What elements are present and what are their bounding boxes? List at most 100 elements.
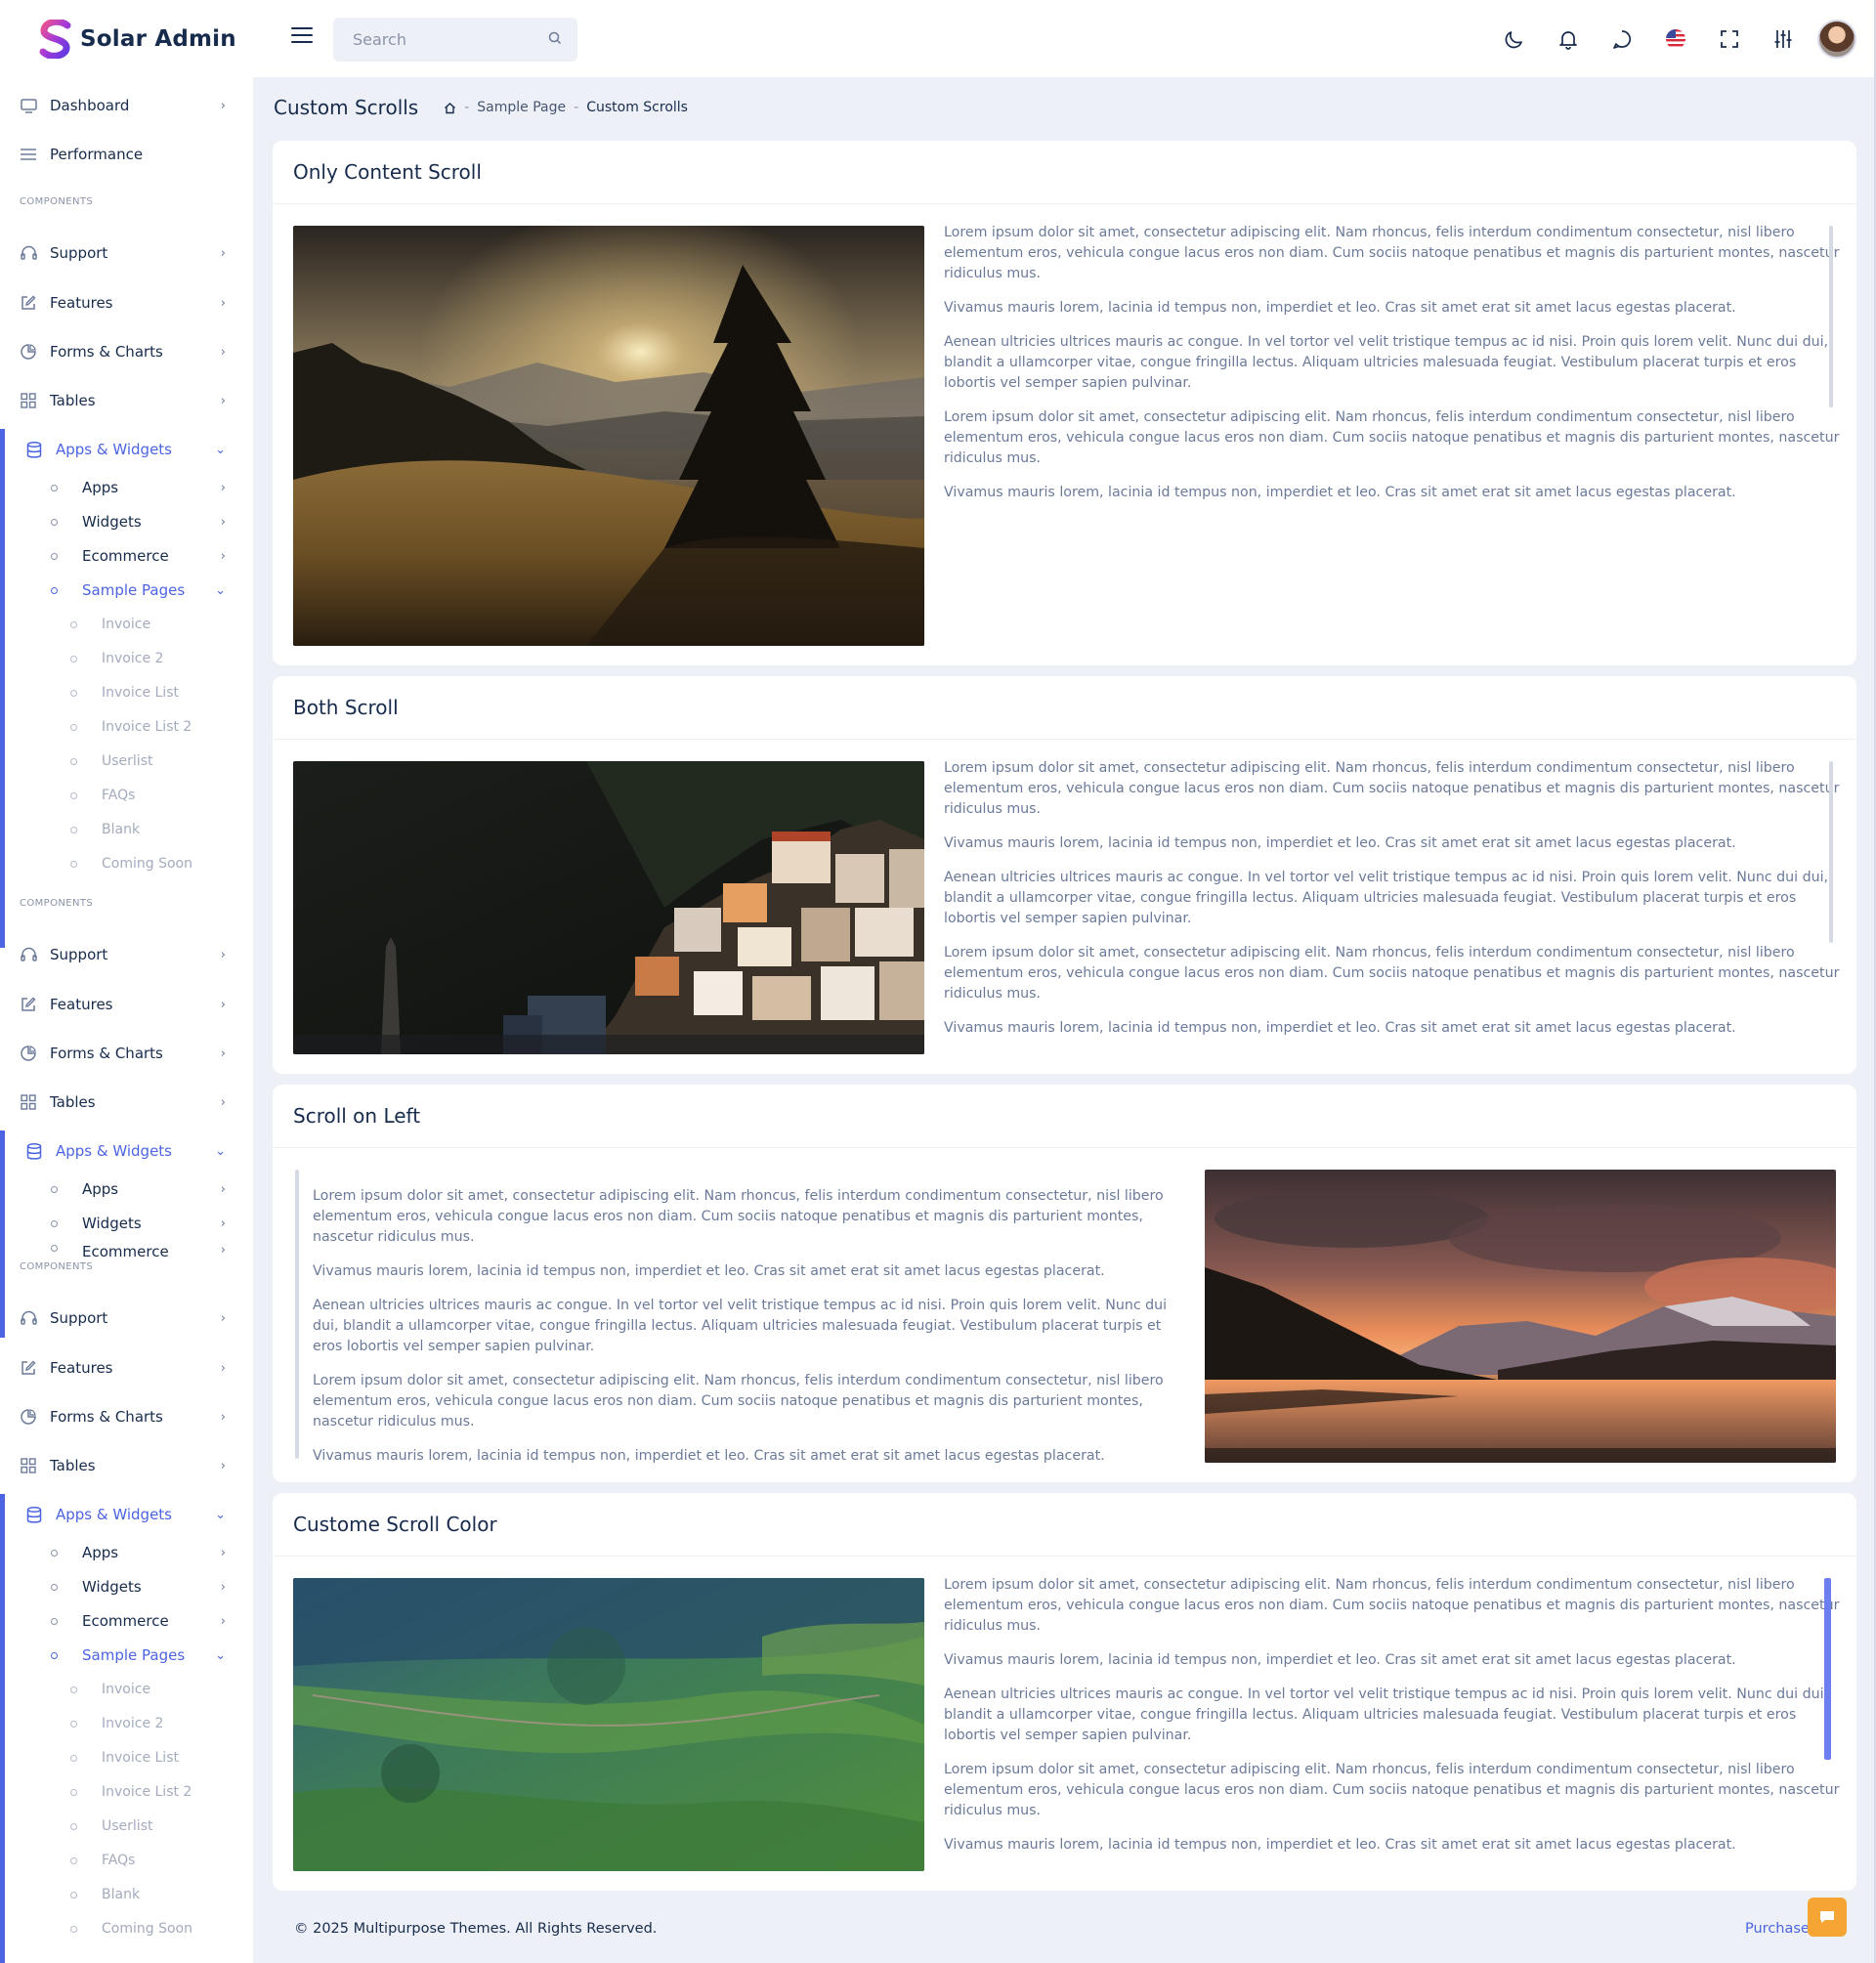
sidebar-item-label: Apps & Widgets	[56, 1142, 172, 1160]
avatar[interactable]	[1817, 20, 1856, 59]
vertical-scrollbar[interactable]	[295, 1170, 299, 1459]
dot-icon	[70, 1788, 77, 1796]
chevron-down-icon: ⌄	[215, 582, 226, 598]
cliffside-town-image	[293, 761, 924, 1054]
sidebar-page-invoice-list-2[interactable]: Invoice List 2	[0, 712, 253, 742]
sidebar-subitem-apps[interactable]: Apps ›	[0, 1538, 253, 1567]
paragraph: Aenean ultricies ultrices mauris ac cong…	[944, 870, 1829, 926]
sidebar-subitem-apps[interactable]: Apps ›	[0, 1174, 253, 1204]
vertical-scrollbar[interactable]	[1829, 761, 1833, 943]
sidebar-page-invoice-2[interactable]: Invoice 2	[0, 644, 253, 673]
sidebar-page-userlist[interactable]: Userlist	[0, 747, 253, 776]
pie-chart-icon	[20, 1408, 37, 1426]
sidebar: Dashboard › Performance COMPONENTS Suppo…	[0, 77, 253, 1963]
sidebar-page-faqs[interactable]: FAQs	[0, 781, 253, 810]
custom-color-scrollbar[interactable]	[1824, 1578, 1831, 1760]
sidebar-item-label: Dashboard	[50, 97, 130, 114]
chevron-right-icon: ›	[220, 514, 226, 530]
sidebar-item-tables[interactable]: Tables ›	[0, 1446, 253, 1485]
search-icon[interactable]	[548, 31, 562, 45]
sidebar-item-performance[interactable]: Performance	[0, 135, 253, 174]
dot-icon	[70, 860, 77, 868]
card-title: Custome Scroll Color	[273, 1493, 1856, 1557]
dot-icon	[51, 1617, 58, 1625]
sidebar-item-support[interactable]: Support ›	[0, 1299, 253, 1338]
breadcrumb-item[interactable]: Sample Page	[477, 100, 566, 115]
sidebar-item-apps-widgets[interactable]: Apps & Widgets ⌄	[0, 1131, 253, 1171]
chevron-right-icon: ›	[220, 1046, 226, 1061]
sidebar-subitem-label: Ecommerce	[82, 1612, 169, 1630]
dot-icon	[70, 1925, 77, 1933]
sidebar-subitem-widgets[interactable]: Widgets ›	[0, 1572, 253, 1601]
menu-toggle-icon[interactable]	[291, 27, 313, 49]
sidebar-item-features[interactable]: Features ›	[0, 283, 253, 322]
us-flag-icon[interactable]	[1648, 17, 1702, 62]
sidebar-page-coming-soon[interactable]: Coming Soon	[0, 849, 253, 878]
sidebar-subitem-label: Apps	[82, 1544, 119, 1561]
chevron-right-icon: ›	[220, 1458, 226, 1473]
sidebar-item-support[interactable]: Support ›	[0, 234, 253, 273]
sidebar-page-invoice-list[interactable]: Invoice List	[0, 678, 253, 707]
sidebar-item-apps-widgets[interactable]: Apps & Widgets ⌄	[0, 430, 253, 469]
search-input[interactable]	[353, 30, 538, 49]
chevron-right-icon: ›	[220, 295, 226, 311]
sidebar-page-invoice-list-2[interactable]: Invoice List 2	[0, 1777, 253, 1807]
sidebar-page-invoice-2[interactable]: Invoice 2	[0, 1709, 253, 1738]
dot-icon	[70, 1891, 77, 1899]
sidebar-subitem-widgets[interactable]: Widgets ›	[0, 507, 253, 536]
sidebar-item-features[interactable]: Features ›	[0, 985, 253, 1024]
sidebar-item-tables[interactable]: Tables ›	[0, 381, 253, 420]
dot-icon	[70, 791, 77, 799]
sidebar-item-features[interactable]: Features ›	[0, 1348, 253, 1387]
sidebar-subitem-widgets[interactable]: Widgets ›	[0, 1209, 253, 1238]
sidebar-subitem-apps[interactable]: Apps ›	[0, 473, 253, 502]
sidebar-item-label: Tables	[50, 1093, 96, 1111]
sidebar-item-label: Support	[50, 946, 108, 963]
paragraph: Aenean ultricies ultrices mauris ac cong…	[313, 1298, 1168, 1354]
sidebar-page-blank[interactable]: Blank	[0, 1880, 253, 1909]
scroll-content[interactable]: Lorem ipsum dolor sit amet, consectetur …	[313, 1186, 1169, 1463]
sidebar-page-invoice[interactable]: Invoice	[0, 610, 253, 639]
vertical-scrollbar[interactable]	[1829, 226, 1833, 407]
scroll-content[interactable]: Lorem ipsum dolor sit amet, consectetur …	[944, 758, 1841, 1051]
sidebar-page-label: Invoice 2	[102, 651, 164, 666]
sidebar-item-forms-charts[interactable]: Forms & Charts ›	[0, 1034, 253, 1073]
breadcrumb-current: Custom Scrolls	[586, 100, 688, 115]
sidebar-page-userlist[interactable]: Userlist	[0, 1812, 253, 1841]
sidebar-subitem-sample-pages[interactable]: Sample Pages ⌄	[0, 576, 253, 605]
scroll-content[interactable]: Lorem ipsum dolor sit amet, consectetur …	[944, 1575, 1841, 1868]
headset-icon	[20, 244, 37, 262]
chat-fab-button[interactable]	[1808, 1898, 1847, 1937]
chat-icon[interactable]	[1595, 17, 1648, 62]
sidebar-subitem-ecommerce[interactable]: Ecommerce ›	[0, 1606, 253, 1636]
sidebar-item-tables[interactable]: Tables ›	[0, 1083, 253, 1122]
paragraph: Aenean ultricies ultrices mauris ac cong…	[944, 334, 1829, 391]
sidebar-item-apps-widgets[interactable]: Apps & Widgets ⌄	[0, 1495, 253, 1534]
home-icon[interactable]	[444, 102, 456, 114]
moon-icon[interactable]	[1487, 17, 1541, 62]
sidebar-subitem-sample-pages[interactable]: Sample Pages ⌄	[0, 1641, 253, 1670]
sliders-icon[interactable]	[1756, 17, 1810, 62]
sidebar-item-support[interactable]: Support ›	[0, 935, 253, 974]
sidebar-subitem-ecommerce[interactable]: Ecommerce ›	[0, 1243, 253, 1257]
paragraph: Vivamus mauris lorem, lacinia id tempus …	[313, 1263, 1105, 1279]
sidebar-page-invoice[interactable]: Invoice	[0, 1675, 253, 1704]
paragraph: Vivamus mauris lorem, lacinia id tempus …	[944, 1020, 1736, 1036]
sidebar-item-forms-charts[interactable]: Forms & Charts ›	[0, 332, 253, 371]
footer-copyright: © 2025 Multipurpose Themes. All Rights R…	[294, 1921, 658, 1937]
sidebar-item-dashboard[interactable]: Dashboard ›	[0, 86, 253, 125]
sidebar-page-faqs[interactable]: FAQs	[0, 1846, 253, 1875]
logo[interactable]: Solar Admin	[39, 20, 236, 59]
dot-icon	[51, 552, 58, 560]
sidebar-item-forms-charts[interactable]: Forms & Charts ›	[0, 1397, 253, 1436]
sidebar-page-blank[interactable]: Blank	[0, 815, 253, 844]
fullscreen-icon[interactable]	[1702, 17, 1756, 62]
sidebar-item-label: Performance	[50, 146, 144, 163]
sidebar-subitem-ecommerce[interactable]: Ecommerce ›	[0, 541, 253, 571]
bell-icon[interactable]	[1541, 17, 1595, 62]
sidebar-page-coming-soon[interactable]: Coming Soon	[0, 1914, 253, 1943]
sidebar-item-label: Features	[50, 996, 113, 1013]
sidebar-page-label: Invoice	[102, 617, 151, 632]
scroll-content[interactable]: Lorem ipsum dolor sit amet, consectetur …	[944, 223, 1841, 643]
sidebar-page-invoice-list[interactable]: Invoice List	[0, 1743, 253, 1772]
